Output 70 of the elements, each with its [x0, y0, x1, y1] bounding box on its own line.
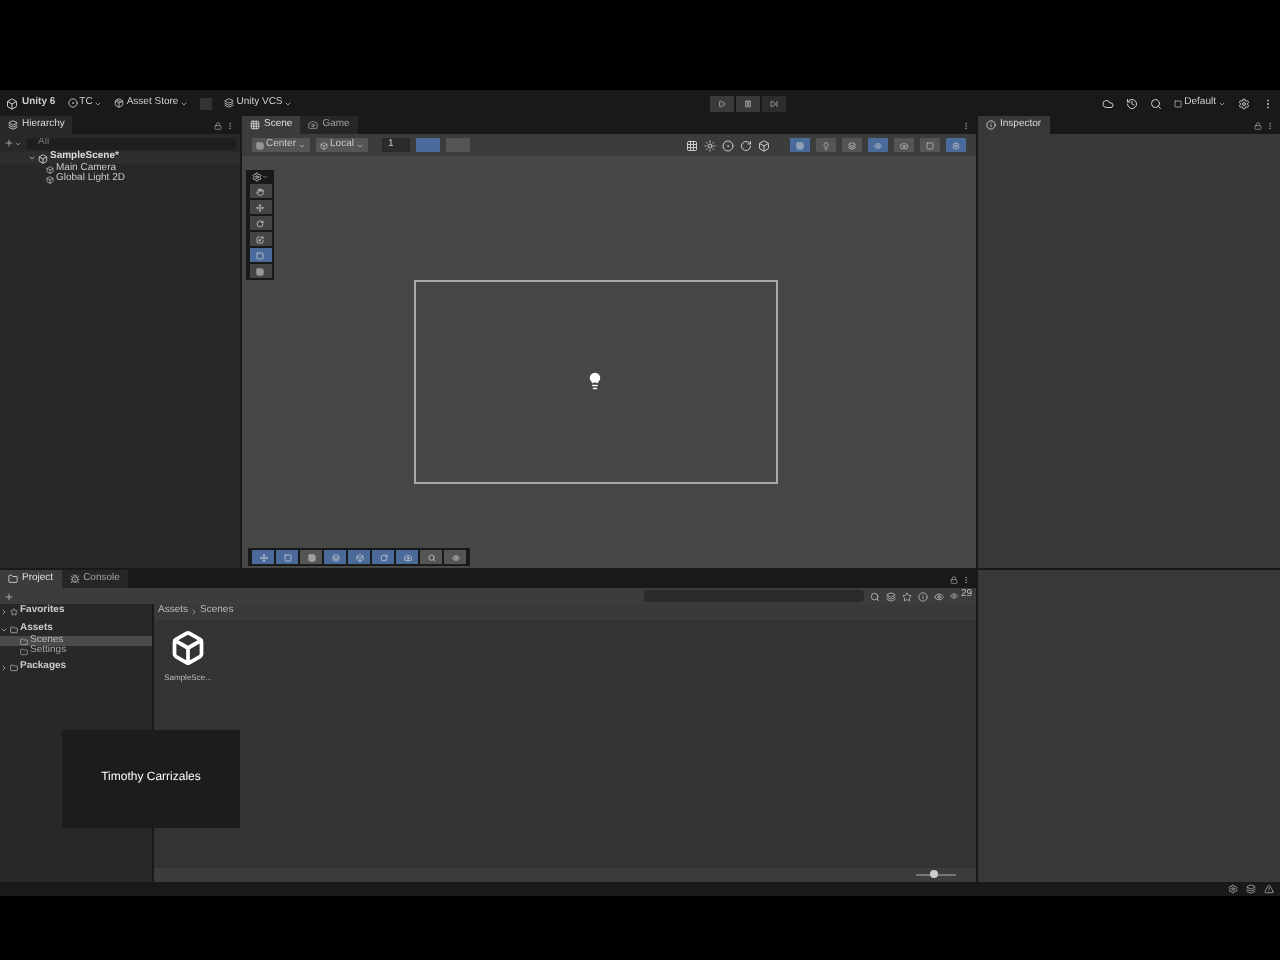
- overlay-tool-button[interactable]: [252, 550, 274, 564]
- scene-view-toggle[interactable]: [790, 138, 810, 152]
- scene-icon: [38, 153, 48, 163]
- play-icon: [717, 99, 726, 107]
- view-option-icon[interactable]: [722, 139, 734, 151]
- tab-icon: [986, 120, 996, 130]
- overlay-tool-button[interactable]: [420, 550, 442, 564]
- scene-view-toggle[interactable]: [894, 138, 914, 152]
- gear-icon[interactable]: [1228, 884, 1238, 894]
- filter-icon[interactable]: [918, 591, 929, 601]
- overlay-tool-button[interactable]: [300, 550, 322, 564]
- filter-icon[interactable]: [870, 591, 881, 601]
- overlay-tool-button[interactable]: [396, 550, 418, 564]
- tool-button[interactable]: [249, 232, 271, 246]
- warning-icon[interactable]: [1264, 884, 1274, 894]
- tab-icon: [8, 120, 18, 130]
- tool-button[interactable]: [249, 216, 271, 230]
- grid-toggle[interactable]: [415, 138, 440, 152]
- lock-icon[interactable]: [1254, 121, 1262, 129]
- lock-icon[interactable]: [214, 121, 222, 129]
- view-option-icon[interactable]: [686, 139, 698, 151]
- view-option-icon[interactable]: [704, 139, 716, 151]
- filter-icon[interactable]: [902, 591, 913, 601]
- scene-view-toggle[interactable]: [946, 138, 966, 152]
- view-option-icon[interactable]: [758, 139, 770, 151]
- search-icon[interactable]: [1150, 97, 1163, 109]
- unity-icon: [6, 97, 18, 109]
- snap-toggle[interactable]: [445, 138, 470, 152]
- tool-button[interactable]: [249, 200, 271, 214]
- plus-icon: [4, 591, 14, 601]
- pause-icon: [743, 99, 752, 107]
- layers-icon[interactable]: [1246, 884, 1256, 894]
- cloud-icon[interactable]: [1102, 97, 1115, 109]
- star-icon: [10, 608, 18, 616]
- scene-view-toggle[interactable]: [920, 138, 940, 152]
- eye-icon: [950, 592, 959, 600]
- filter-icon[interactable]: [886, 591, 897, 601]
- overlay-tool-button[interactable]: [372, 550, 394, 564]
- pause-button[interactable]: [735, 95, 760, 111]
- tab-icon: [8, 574, 18, 584]
- space-icon: [320, 141, 329, 149]
- history-icon[interactable]: [1126, 97, 1139, 109]
- filter-icon[interactable]: [934, 591, 945, 601]
- tab-icon: [250, 120, 260, 130]
- tool-settings-icon: [252, 172, 262, 182]
- tool-button[interactable]: [249, 184, 271, 198]
- light-icon: [586, 372, 604, 390]
- folder-icon: [10, 626, 18, 634]
- step-button[interactable]: [761, 95, 786, 111]
- scene-asset-icon: [170, 630, 206, 666]
- play-button[interactable]: [709, 95, 734, 111]
- slider-thumb[interactable]: [930, 870, 938, 878]
- tool-button[interactable]: [249, 248, 271, 262]
- layout-icon: [1174, 99, 1183, 107]
- folder-icon: [10, 664, 18, 672]
- settings-icon[interactable]: [1238, 97, 1250, 109]
- step-icon: [769, 99, 778, 107]
- scene-view-toggle[interactable]: [842, 138, 862, 152]
- tab-icon: [308, 120, 319, 130]
- lock-icon[interactable]: [950, 575, 958, 583]
- search-field[interactable]: [644, 590, 865, 602]
- scene-view-toggle[interactable]: [816, 138, 836, 152]
- plus-icon: [4, 138, 14, 148]
- tool-button[interactable]: [249, 264, 271, 278]
- tab-icon: [69, 574, 80, 584]
- overlay-tool-button[interactable]: [348, 550, 370, 564]
- overlay-tool-button[interactable]: [444, 550, 466, 564]
- scene-view-toggle[interactable]: [868, 138, 888, 152]
- add-button[interactable]: [4, 591, 14, 601]
- view-option-icon[interactable]: [740, 139, 752, 151]
